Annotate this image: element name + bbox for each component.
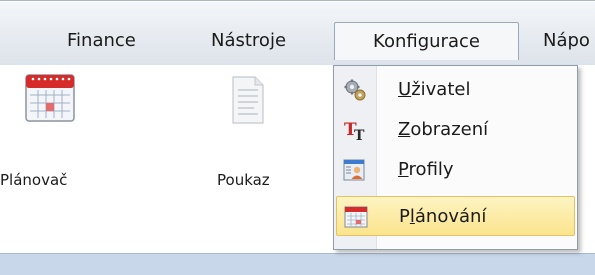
status-bar [0,253,595,275]
planovac-button[interactable]: Plánovač [0,73,100,193]
poukaz-button[interactable]: Poukaz [205,73,295,193]
menu-finance[interactable]: Finance [67,22,136,60]
calendar-icon [25,74,75,122]
menu-item-zobrazeni-label: Zobrazení [398,119,489,140]
calendar-icon [344,206,368,228]
menu-item-zobrazeni[interactable]: T T Zobrazení [336,110,575,150]
gears-icon [344,79,366,101]
profile-icon [343,159,365,181]
font-icon: T T [344,120,365,142]
app-window: Finance Nástroje Konfigurace Nápo Plánov… [0,0,595,275]
menu-item-uzivatel[interactable]: Uživatel [336,70,575,110]
menu-item-uzivatel-label: Uživatel [398,79,471,100]
menu-item-planovani-label: Plánování [399,206,487,227]
poukaz-label: Poukaz [217,171,270,189]
document-icon [232,76,264,124]
svg-text:T: T [354,128,365,142]
menu-konfigurace[interactable]: Konfigurace [334,22,519,60]
menu-item-planovani[interactable]: Plánování [336,196,575,236]
menu-nastroje[interactable]: Nástroje [211,22,286,60]
planovac-label: Plánovač [0,171,68,189]
konfigurace-dropdown: Uživatel T T Zobrazení Profily Plánování [333,65,578,250]
menu-bar: Finance Nástroje Konfigurace Nápo [0,2,595,66]
menu-item-profily[interactable]: Profily [336,150,575,190]
menu-item-profily-label: Profily [398,159,454,180]
menu-napoveda[interactable]: Nápo [543,22,590,60]
